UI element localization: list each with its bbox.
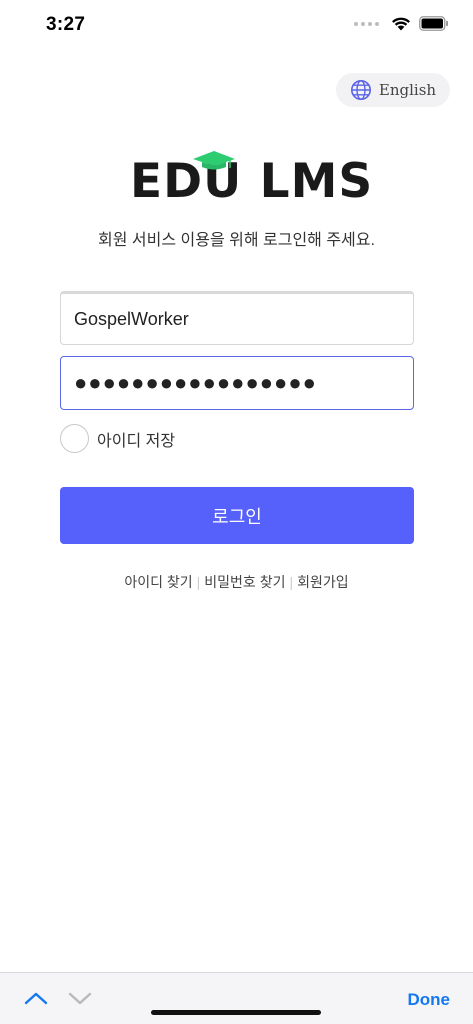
graduation-cap-icon [193,151,235,170]
home-indicator [151,1010,321,1015]
done-button[interactable]: Done [408,990,451,1010]
previous-field-button[interactable] [22,987,50,1009]
find-password-link[interactable]: 비밀번호 찾기 [204,574,285,590]
status-time: 3:27 [46,14,86,35]
next-field-button[interactable] [66,987,94,1009]
password-input[interactable]: ●●●●●●●●●●●●●●●●● [60,356,414,410]
checkbox-circle-icon[interactable] [60,424,89,453]
link-divider: | [196,574,201,590]
signup-link[interactable]: 회원가입 [297,574,349,590]
remember-id-label: 아이디 저장 [97,432,176,450]
username-input[interactable]: GospelWorker [60,291,414,345]
globe-icon [350,80,371,100]
find-id-link[interactable]: 아이디 찾기 [124,574,192,590]
login-button[interactable]: 로그인 [60,487,414,544]
status-icons [354,16,449,31]
signal-dots-icon [354,21,379,26]
chevron-up-icon [24,992,48,1005]
logo-text: EDU LMS [130,154,374,209]
wifi-icon [392,17,410,31]
link-divider: | [289,574,294,590]
keyboard-toolbar: Done [0,972,473,1024]
battery-icon [419,16,448,31]
remember-id-checkbox[interactable]: 아이디 저장 [60,424,175,453]
language-label: English [378,81,437,99]
language-button[interactable]: English [336,73,450,107]
login-subtitle: 회원 서비스 이용을 위해 로그인해 주세요. [98,232,375,249]
app-logo: EDU LMS [130,151,372,209]
account-links: 아이디 찾기 | 비밀번호 찾기 | 회원가입 [0,572,473,592]
status-bar: 3:27 [0,0,473,54]
chevron-down-icon [68,992,92,1005]
